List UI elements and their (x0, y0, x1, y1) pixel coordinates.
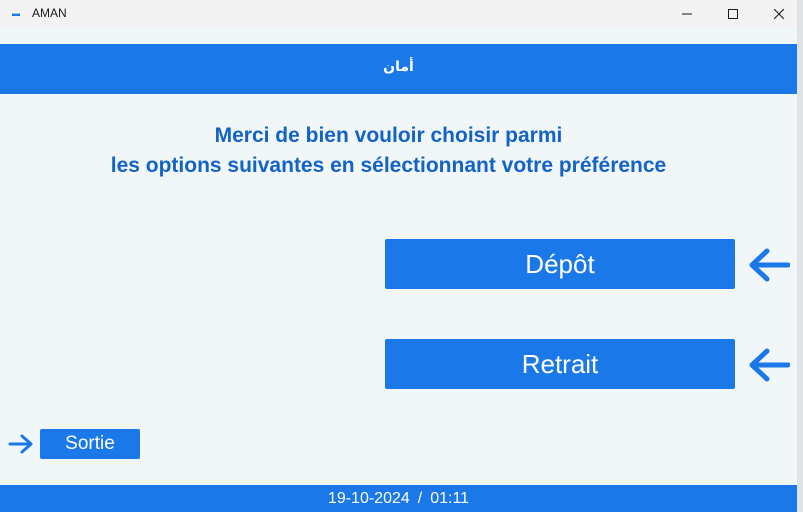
close-icon (774, 9, 784, 19)
footer-time: 01:11 (430, 489, 470, 507)
maximize-icon (728, 9, 738, 19)
instructions-line-2: les options suivantes en sélectionnant v… (110, 154, 667, 177)
app-logo: أمان (383, 59, 414, 75)
status-footer: 19-10-2024 / 01:11 (0, 485, 797, 512)
window-titlebar: ▬ AMAN (0, 0, 803, 28)
arrow-right-icon (8, 434, 33, 454)
aman-logo-icon: ▬ (12, 9, 20, 18)
footer-separator: / (417, 489, 423, 507)
instructions-line-1: Merci de bien vouloir choisir parmi (214, 124, 563, 147)
depot-button[interactable]: Dépôt (385, 239, 735, 289)
maximize-button[interactable] (710, 0, 756, 28)
footer-date: 19-10-2024 (327, 489, 410, 507)
window-title: AMAN (32, 6, 67, 20)
minimize-icon (682, 13, 692, 15)
arrow-left-icon (749, 248, 790, 282)
exit-button[interactable]: Sortie (40, 429, 140, 459)
minimize-button[interactable] (664, 0, 710, 28)
instructions-heading: Merci de bien vouloir choisir parmi les … (0, 121, 777, 181)
window-edge (797, 0, 803, 512)
retrait-button[interactable]: Retrait (385, 339, 735, 389)
arrow-left-icon (749, 348, 790, 382)
close-button[interactable] (756, 0, 802, 28)
app-header: أمان (0, 44, 797, 94)
